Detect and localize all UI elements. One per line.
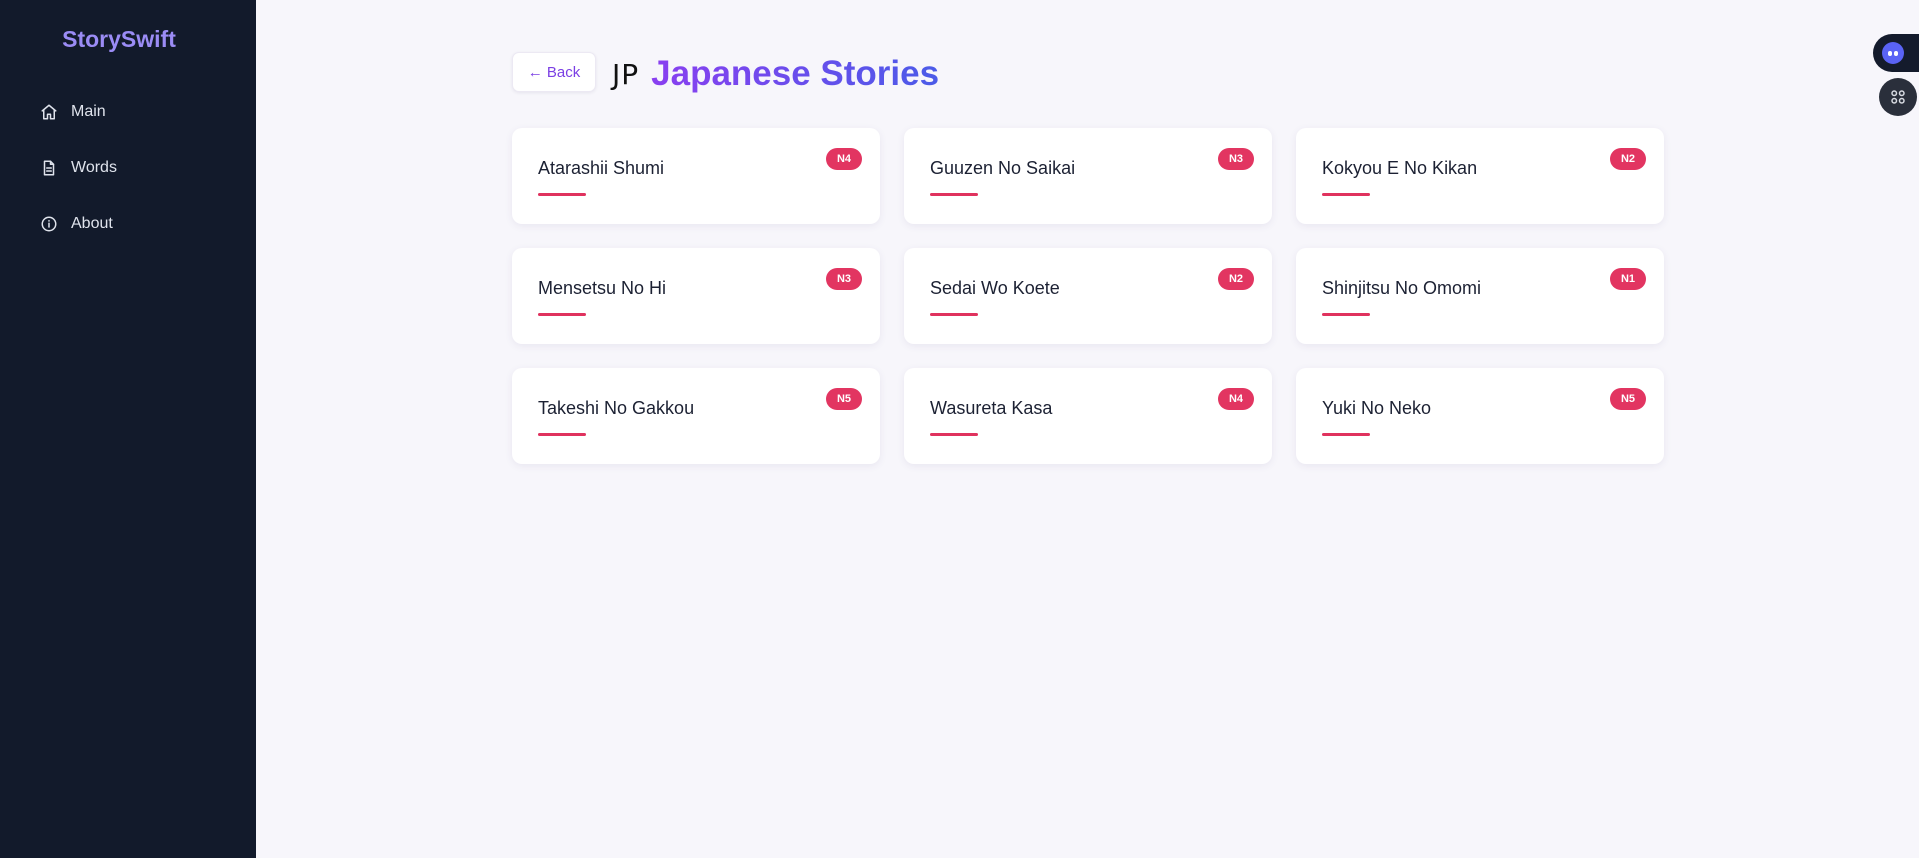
assistant-widget-button[interactable]	[1873, 34, 1919, 72]
accent-line	[538, 433, 586, 436]
story-title: Takeshi No Gakkou	[538, 398, 695, 418]
story-title: Wasureta Kasa	[930, 398, 1053, 418]
level-badge: N3	[825, 268, 862, 290]
accent-line	[930, 193, 978, 196]
story-card[interactable]: Takeshi No Gakkou N5	[512, 368, 880, 464]
level-badge: N1	[1609, 268, 1646, 290]
accent-line	[538, 313, 586, 316]
story-card[interactable]: Mensetsu No Hi N3	[512, 248, 880, 344]
sidebar-item-words[interactable]: Words	[40, 154, 117, 182]
level-badge: N5	[1609, 388, 1646, 410]
story-card[interactable]: Wasureta Kasa N4	[904, 368, 1272, 464]
robot-face-icon	[1882, 42, 1904, 64]
story-title: Sedai Wo Koete	[930, 278, 1060, 298]
grid-apps-icon	[1891, 90, 1905, 104]
page-header: JP Japanese Stories	[612, 52, 939, 96]
accent-line	[930, 313, 978, 316]
page-title: Japanese Stories	[651, 54, 940, 93]
sidebar-item-main[interactable]: Main	[40, 98, 106, 126]
sidebar-item-about[interactable]: About	[40, 210, 113, 238]
level-badge: N2	[1609, 148, 1646, 170]
flag-code: JP	[612, 57, 640, 91]
sidebar-item-label: Main	[71, 103, 106, 120]
story-card[interactable]: Atarashii Shumi N4	[512, 128, 880, 224]
story-title: Kokyou E No Kikan	[1322, 158, 1478, 178]
apps-widget-button[interactable]	[1879, 78, 1917, 116]
level-badge: N3	[1217, 148, 1254, 170]
accent-line	[1322, 193, 1370, 196]
level-badge: N5	[825, 388, 862, 410]
accent-line	[1322, 433, 1370, 436]
accent-line	[1322, 313, 1370, 316]
accent-line	[538, 193, 586, 196]
story-title: Atarashii Shumi	[538, 158, 665, 178]
story-card[interactable]: Sedai Wo Koete N2	[904, 248, 1272, 344]
story-title: Mensetsu No Hi	[538, 278, 667, 298]
brand-logo[interactable]: StorySwift	[0, 26, 238, 53]
level-badge: N4	[825, 148, 862, 170]
info-icon	[41, 216, 57, 232]
sidebar-item-label: About	[71, 215, 113, 232]
accent-line	[930, 433, 978, 436]
level-badge: N2	[1217, 268, 1254, 290]
story-card[interactable]: Kokyou E No Kikan N2	[1296, 128, 1664, 224]
document-icon	[43, 160, 55, 176]
back-button[interactable]: ← Back	[512, 52, 596, 92]
story-card[interactable]: Yuki No Neko N5	[1296, 368, 1664, 464]
story-card[interactable]: Shinjitsu No Omomi N1	[1296, 248, 1664, 344]
home-icon	[41, 104, 57, 120]
story-title: Shinjitsu No Omomi	[1322, 278, 1482, 298]
story-title: Guuzen No Saikai	[930, 158, 1076, 178]
level-badge: N4	[1217, 388, 1254, 410]
sidebar: StorySwift Main Words About	[0, 0, 256, 858]
story-card[interactable]: Guuzen No Saikai N3	[904, 128, 1272, 224]
story-grid: Atarashii Shumi N4 Guuzen No Saikai N3 K…	[512, 128, 1664, 464]
sidebar-item-label: Words	[71, 159, 117, 176]
story-title: Yuki No Neko	[1322, 398, 1432, 418]
